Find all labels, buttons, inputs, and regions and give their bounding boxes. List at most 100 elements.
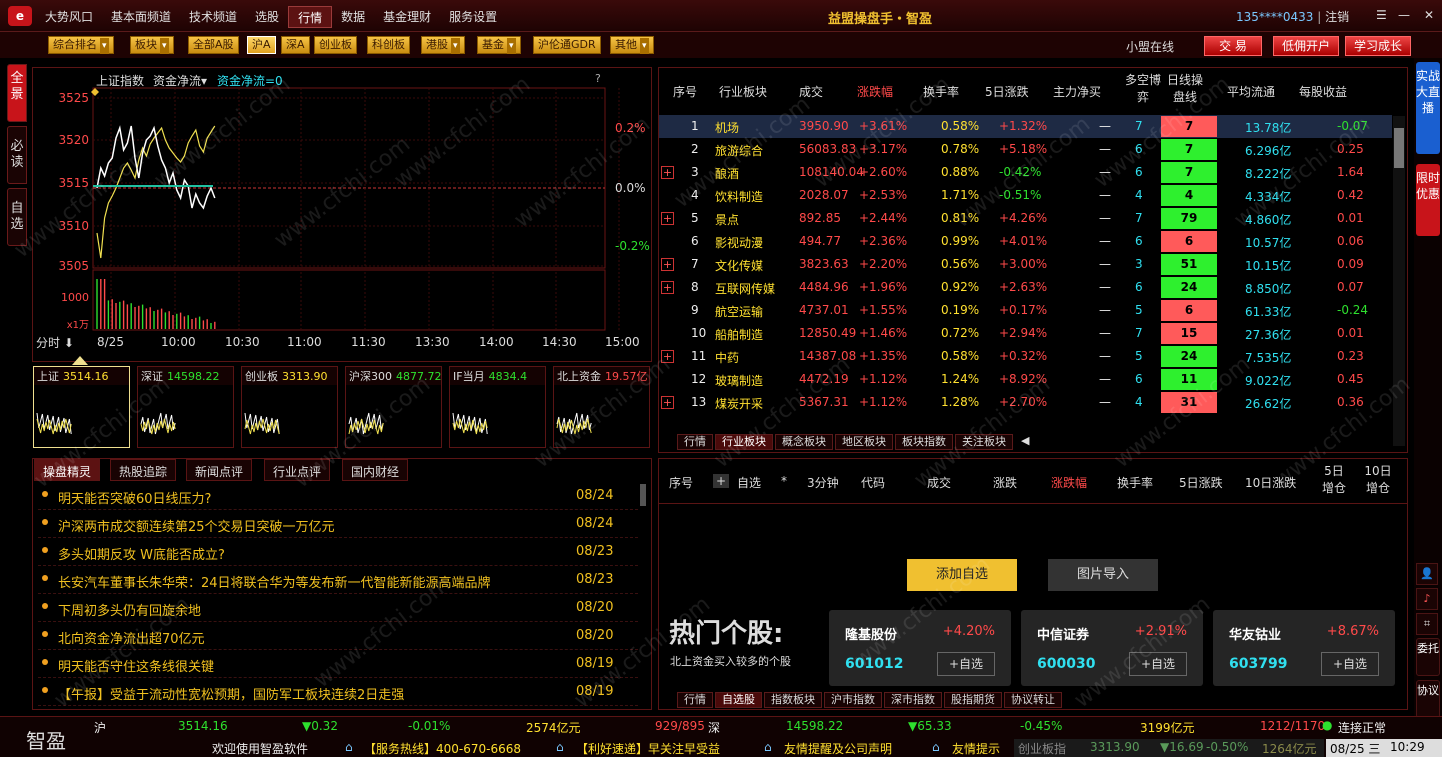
column-header[interactable]: 序号 (673, 83, 697, 100)
column-header[interactable]: 涨跌幅 (1051, 474, 1087, 491)
table-row[interactable]: 1 机场 3950.90 +3.61% 0.58% +1.32% — 7 7 13.78亿 -0.0… (659, 115, 1392, 138)
filter-button[interactable]: 综合排名 ▾ (48, 36, 114, 54)
index-card[interactable]: 北上资金 19.57亿 (553, 366, 650, 448)
news-link-3[interactable]: 友情提示 (952, 740, 1000, 757)
column-header[interactable]: 成交 (799, 83, 823, 100)
news-tab[interactable]: 操盘精灵 (34, 459, 101, 481)
menu-item[interactable]: 数据 (332, 6, 374, 28)
menu-item[interactable]: 服务设置 (440, 6, 506, 28)
sector-tab[interactable]: 板块指数 (895, 434, 953, 450)
scroll-left-icon[interactable]: ◀ (1015, 434, 1035, 450)
column-header[interactable]: 平均流通 (1227, 83, 1275, 100)
table-row[interactable]: 6 影视动漫 494.77 +2.36% 0.99% +4.01% — 6 6 10.57亿 0.0… (659, 230, 1392, 253)
column-header[interactable]: 行业板块 (719, 83, 767, 100)
index-card[interactable]: 沪深300 4877.72 (345, 366, 442, 448)
watch-tab[interactable]: 行情 (677, 692, 713, 708)
news-item[interactable]: 明天能否突破60日线压力? 08/24 (38, 482, 638, 510)
filter-button[interactable]: 其他 ▾ (610, 36, 654, 54)
expand-icon[interactable]: + (661, 281, 674, 294)
news-tab[interactable]: 热股追踪 (110, 459, 177, 481)
filter-button[interactable]: 深A (281, 36, 310, 54)
promo-badge[interactable]: 限时优惠 (1416, 164, 1440, 236)
table-row[interactable]: +8 互联网传媒 4484.96 +1.96% 0.92% +2.63% — 6 24 8.850… (659, 276, 1392, 299)
close-icon[interactable]: ✕ (1424, 8, 1434, 22)
news-tab[interactable]: 新闻点评 (186, 459, 253, 481)
sector-tab[interactable]: 行业板块 (715, 434, 773, 450)
sector-tab[interactable]: 关注板块 (955, 434, 1013, 450)
protocol-button[interactable]: 协议 (1416, 680, 1440, 718)
live-broadcast-badge[interactable]: 实战大直播 (1416, 62, 1440, 154)
news-scrollbar[interactable] (640, 484, 646, 506)
table-row[interactable]: 12 玻璃制造 4472.19 +1.12% 1.24% +8.92% — 6 11 9.022亿… (659, 368, 1392, 391)
filter-button[interactable]: 板块 ▾ (130, 36, 174, 54)
table-row[interactable]: +3 酿酒 108140.04 +2.60% 0.88% -0.42% — 6 7 8.222亿 1… (659, 161, 1392, 184)
learn-button[interactable]: 学习成长 (1345, 36, 1412, 56)
add-watch-button[interactable]: +自选 (1129, 652, 1187, 676)
menu-item[interactable]: 行情 (288, 6, 333, 28)
menu-item[interactable]: 基本面频道 (102, 6, 180, 28)
index-card[interactable]: 创业板 3313.90 (241, 366, 338, 448)
column-header[interactable]: 涨跌幅 (857, 83, 893, 100)
image-import-button[interactable]: 图片导入 (1048, 559, 1158, 591)
table-row[interactable]: +13 煤炭开采 5367.31 +1.12% 1.28% +2.70% — 4 31 26.62… (659, 391, 1392, 414)
column-header[interactable]: 多空博弈 (1125, 72, 1161, 106)
add-watch-button[interactable]: 添加自选 (907, 559, 1017, 591)
add-watch-button[interactable]: +自选 (1321, 652, 1379, 676)
column-header[interactable]: 5日涨跌 (1179, 474, 1223, 491)
column-header[interactable]: + (713, 474, 730, 488)
hotline-text[interactable]: 【服务热线】400-670-6668 (364, 740, 521, 757)
column-header[interactable]: 10日涨跌 (1245, 474, 1296, 491)
sector-scrollbar[interactable] (1393, 116, 1405, 446)
trust-button[interactable]: 委托 (1416, 638, 1440, 676)
news-item[interactable]: 北向资金净流出超70亿元 08/20 (38, 622, 638, 650)
news-link-2[interactable]: 友情提醒及公司声明 (784, 740, 892, 757)
column-header[interactable]: 换手率 (1117, 474, 1153, 491)
news-item[interactable]: 下周初多头仍有回旋余地 08/20 (38, 594, 638, 622)
filter-button[interactable]: 沪伦通GDR (533, 36, 601, 54)
online-service[interactable]: 小盟在线 (1126, 38, 1174, 55)
sector-tab[interactable]: 概念板块 (775, 434, 833, 450)
filter-button[interactable]: 创业板 (314, 36, 357, 54)
column-header[interactable]: 涨跌 (993, 474, 1017, 491)
table-row[interactable]: 4 饮料制造 2028.07 +2.53% 1.71% -0.51% — 4 4 4.334亿 0.… (659, 184, 1392, 207)
filter-button[interactable]: 基金 ▾ (477, 36, 521, 54)
trade-button[interactable]: 交 易 (1204, 36, 1262, 56)
expand-icon[interactable]: + (661, 212, 674, 225)
hot-stock-card[interactable]: 隆基股份 +4.20% 601012 +自选 (829, 610, 1011, 686)
watch-tab[interactable]: 协议转让 (1004, 692, 1062, 708)
menu-item[interactable]: 选股 (246, 6, 288, 28)
table-row[interactable]: 2 旅游综合 56083.83 +3.17% 0.78% +5.18% — 6 7 6.296亿 0… (659, 138, 1392, 161)
index-card[interactable]: 深证 14598.22 (137, 366, 234, 448)
table-row[interactable]: +5 景点 892.85 +2.44% 0.81% +4.26% — 7 79 4.860亿 0.0… (659, 207, 1392, 230)
crop-icon[interactable]: ⌗ (1416, 613, 1438, 635)
menu-item[interactable]: 技术频道 (180, 6, 246, 28)
menu-item[interactable]: 基金理财 (374, 6, 440, 28)
column-header[interactable]: 自选 (737, 474, 761, 491)
filter-button[interactable]: 港股 ▾ (421, 36, 465, 54)
logout-link[interactable]: 注销 (1325, 10, 1349, 24)
table-row[interactable]: +11 中药 14387.08 +1.35% 0.58% +0.32% — 5 24 7.535亿… (659, 345, 1392, 368)
expand-icon[interactable]: + (661, 166, 674, 179)
column-header[interactable]: 序号 (669, 474, 693, 491)
user-account[interactable]: 135****0433 | 注销 (1236, 8, 1349, 25)
filter-button[interactable]: 沪A (247, 36, 276, 54)
column-header[interactable]: 3分钟 (807, 474, 839, 491)
watch-tab[interactable]: 股指期货 (944, 692, 1002, 708)
column-header[interactable]: * (781, 474, 787, 488)
filter-button[interactable]: 科创板 (367, 36, 410, 54)
index-card[interactable]: IF当月 4834.4 (449, 366, 546, 448)
tab-overview[interactable]: 全景 (7, 64, 27, 122)
menu-item[interactable]: 大势风口 (36, 6, 102, 28)
watch-tab[interactable]: 深市指数 (884, 692, 942, 708)
column-header[interactable]: 换手率 (923, 83, 959, 100)
news-tab[interactable]: 行业点评 (264, 459, 331, 481)
expand-icon[interactable]: + (661, 350, 674, 363)
expand-icon[interactable]: + (661, 258, 674, 271)
index-card[interactable]: 上证 3514.16 (33, 366, 130, 448)
user-icon[interactable]: 👤 (1416, 563, 1438, 585)
table-row[interactable]: 9 航空运输 4737.01 +1.55% 0.19% +0.17% — 5 6 61.33亿 -0… (659, 299, 1392, 322)
tab-must-read[interactable]: 必读 (7, 126, 27, 184)
column-header[interactable]: 日线操盘线 (1167, 72, 1203, 106)
menu-icon[interactable]: ☰ (1376, 8, 1387, 22)
news-item[interactable]: 多头如期反攻 W底能否成立? 08/23 (38, 538, 638, 566)
